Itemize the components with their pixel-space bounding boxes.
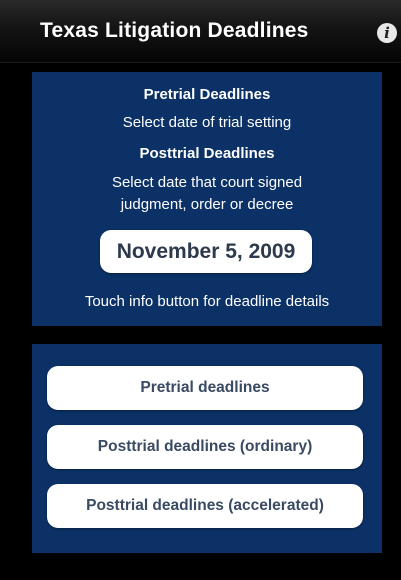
posttrial-accelerated-button[interactable]: Posttrial deadlines (accelerated) xyxy=(47,484,363,528)
navigation-bar: Texas Litigation Deadlines i xyxy=(0,0,401,63)
deadline-hint: Touch info button for deadline details xyxy=(84,293,330,310)
date-selection-panel: Pretrial Deadlines Select date of trial … xyxy=(32,72,382,326)
app-title: Texas Litigation Deadlines xyxy=(40,19,309,42)
posttrial-ordinary-button[interactable]: Posttrial deadlines (ordinary) xyxy=(47,425,363,469)
deadline-buttons-panel: Pretrial deadlines Posttrial deadlines (… xyxy=(32,344,382,553)
pretrial-instruction: Select date of trial setting xyxy=(122,114,292,131)
pretrial-deadlines-button[interactable]: Pretrial deadlines xyxy=(47,366,363,410)
pretrial-heading: Pretrial Deadlines xyxy=(143,86,271,103)
posttrial-instruction-line2: judgment, order or decree xyxy=(120,196,294,213)
posttrial-heading: Posttrial Deadlines xyxy=(139,145,275,162)
info-icon[interactable]: i xyxy=(377,23,397,43)
posttrial-instruction-line1: Select date that court signed xyxy=(111,174,303,191)
date-picker-button[interactable]: November 5, 2009 xyxy=(100,230,312,273)
